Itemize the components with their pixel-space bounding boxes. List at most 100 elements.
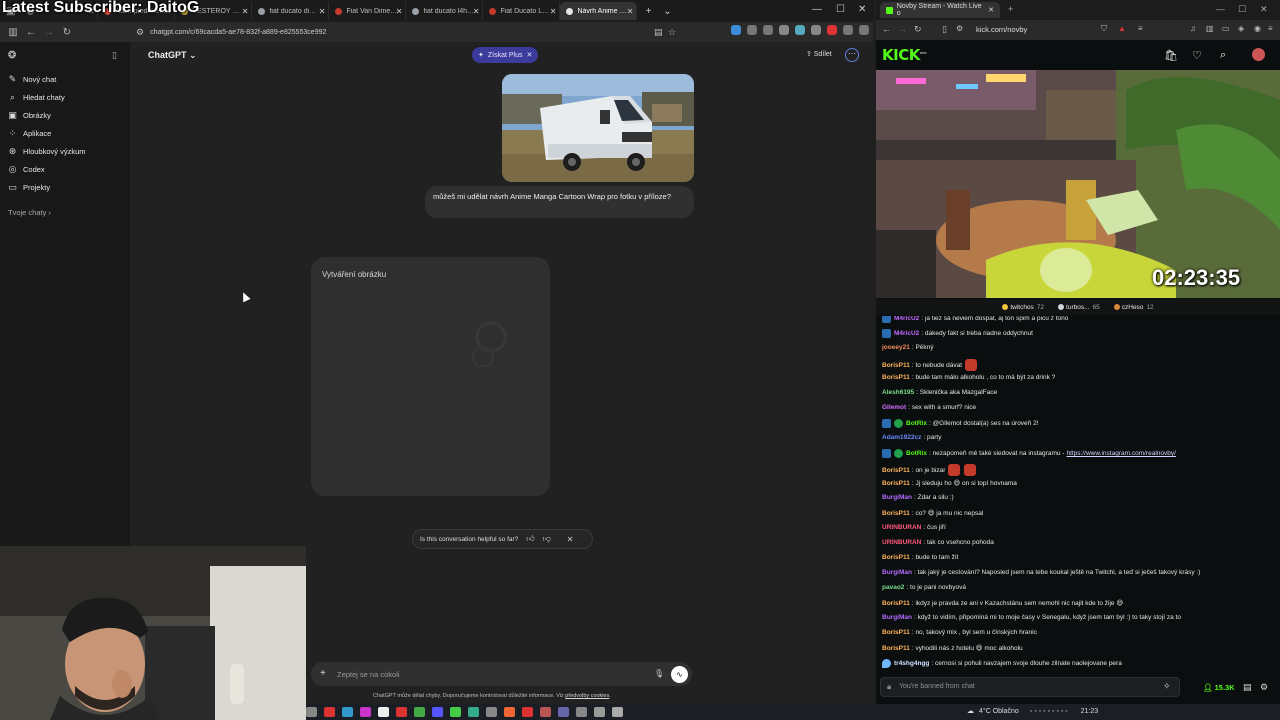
chat-rules-icon[interactable]: ▤ [1243,682,1252,693]
sidebar-icon[interactable]: ▥ [1206,24,1214,33]
chat-username[interactable]: BorisP11 [882,645,910,652]
taskbar-app-icon[interactable] [414,707,425,717]
chat-input[interactable]: 🔒︎ You're banned from chat ✧ [880,677,1180,697]
extension-icon[interactable] [811,25,821,35]
url-field[interactable]: ⚙ chatgpt.com/c/69cacda5-ae78-832f-a889-… [136,25,682,40]
chat-username[interactable]: URINBURAN [882,524,921,531]
extension-icon[interactable] [747,25,757,35]
site-info-icon[interactable]: ⚙ [136,27,144,38]
maximize-button[interactable]: ☐ [1238,4,1246,15]
chat-username[interactable]: M4ricU2 [894,330,919,337]
taskbar-app-icon[interactable] [522,707,533,717]
close-window-button[interactable]: ✕ [858,4,866,15]
extension-icon[interactable] [827,25,837,35]
close-window-button[interactable]: ✕ [1260,4,1268,15]
model-selector[interactable]: ChatGPT ⌄ [148,50,197,61]
search-icon[interactable]: ⌕ [1220,49,1226,62]
top-supporter[interactable]: turbos... 65 [1058,304,1100,311]
close-tab-icon[interactable]: ✕ [473,7,480,16]
prompt-input[interactable]: Zeptej se na cokoli [337,670,400,679]
extension-icon[interactable] [795,25,805,35]
chat-username[interactable]: BorisP11 [882,554,910,561]
sidebar-item-image[interactable]: ▣ Obrázky [8,110,51,121]
chat-username[interactable]: M4ricU2 [894,316,919,322]
browser-tab[interactable]: Návrh Anime Man ✕ [560,2,638,20]
browser-menu-icon[interactable]: ≡ [1268,24,1273,33]
bookmark-star-icon[interactable]: ☆ [668,27,676,38]
wallet-icon[interactable]: ▭ [1222,24,1230,33]
extension-icon[interactable] [779,25,789,35]
music-icon[interactable]: ♫ [1190,24,1196,33]
menu-icon[interactable]: ≡ [1138,24,1143,33]
chat-username[interactable]: pavao2 [882,584,904,591]
top-supporter[interactable]: twitchos 72 [1002,304,1044,311]
tab-kick-stream[interactable]: Novby Stream - Watch Live o ✕ [880,2,1000,18]
sidebar-item-new-chat[interactable]: ✎ Nový chat [8,74,57,85]
taskbar-app-icon[interactable] [396,707,407,717]
chat-username[interactable]: tr4shg4ngg [894,660,929,667]
tab-list-chevron-icon[interactable]: ⌄ [663,6,671,17]
tray-icons[interactable]: ◦ ◦ ◦ ◦ ◦ ◦ ◦ ◦ ◦ [1030,708,1068,715]
extension-icon[interactable]: ◈ [1238,24,1244,33]
extension-icon[interactable] [763,25,773,35]
close-tab-icon[interactable]: ✕ [550,7,557,16]
taskbar-app-icon[interactable] [612,707,623,717]
taskbar-app-icon[interactable] [576,707,587,717]
your-chats-section[interactable]: Tvoje chaty › [8,208,51,217]
close-tab-icon[interactable]: ✕ [242,7,249,16]
chat-username[interactable]: BorisP11 [882,510,910,517]
taskbar-app-icon[interactable] [306,707,317,717]
taskbar-app-icon[interactable] [468,707,479,717]
chat-username[interactable]: BurgiMan [882,569,912,576]
minimize-button[interactable]: — [1216,4,1225,14]
back-button[interactable]: ← [882,24,891,34]
reload-button[interactable]: ↻ [914,24,922,35]
site-info-icon[interactable]: ⚙ [956,24,963,33]
taskbar-app-icon[interactable] [486,707,497,717]
cookie-preferences-link[interactable]: předvolby cookies [565,693,609,699]
following-heart-icon[interactable]: ♡ [1192,49,1202,62]
close-feedback-icon[interactable]: ✕ [567,535,574,544]
new-tab-button[interactable]: + [645,6,651,17]
sidebar-toggle-icon[interactable]: ▥ [4,27,22,38]
taskbar-app-icon[interactable] [324,707,335,717]
chat-username[interactable]: URINBURAN [882,539,921,546]
voice-mode-button[interactable]: ∿ [671,666,688,683]
uploaded-van-photo[interactable] [502,74,694,182]
chat-username[interactable]: BorisP11 [882,600,910,607]
bookmark-icon[interactable]: ▯ [942,24,947,35]
close-tab-icon[interactable]: ✕ [988,6,994,14]
maximize-button[interactable]: ☐ [836,4,845,15]
chat-username[interactable]: jooeey21 [882,344,910,351]
sidebar-item-apps[interactable]: ⁘ Aplikace [8,128,52,139]
more-options-button[interactable]: ⋯ [845,48,859,62]
taskbar-app-icon[interactable] [558,707,569,717]
share-button[interactable]: ⇪ Sdílet [806,50,832,58]
user-avatar[interactable] [1252,48,1265,61]
taskbar-app-icon[interactable] [378,707,389,717]
openai-logo-icon[interactable]: ❂ [8,50,16,61]
stream-video[interactable] [876,70,1280,298]
chat-username[interactable]: BotRix [906,450,927,457]
chat-username[interactable]: Adam1922cz [882,434,921,441]
emote-picker-icon[interactable]: ✧ [1163,681,1171,692]
microphone-icon[interactable]: 🎙︎ [654,669,664,678]
sidebar-item-codex[interactable]: ◎ Codex [8,164,45,175]
sidebar-item-research[interactable]: ⊛ Hloubkový výzkum [8,146,86,157]
browser-tab[interactable]: Fiat Ducato L4H2 ✕ [483,2,561,20]
clock[interactable]: 21:23 [1081,708,1099,715]
get-plus-button[interactable]: ✦ Získat Plus ✕ [472,47,539,63]
add-attachment-icon[interactable]: + [320,668,326,679]
page-tools-icon[interactable]: ▤ [654,27,663,38]
close-tab-icon[interactable]: ✕ [319,7,326,16]
top-supporter[interactable]: czHeso 12 [1113,304,1154,311]
close-tab-icon[interactable]: ✕ [396,7,403,16]
weather-text[interactable]: 4°C Oblačno [979,708,1019,715]
forward-button[interactable]: → [40,27,58,38]
chat-username[interactable]: BorisP11 [882,374,910,381]
reload-button[interactable]: ↻ [58,27,76,38]
thumbs-up-icon[interactable]: 👍︎ [526,534,534,544]
chat-username[interactable]: BorisP11 [882,480,910,487]
browser-tab[interactable]: fiat ducato dimen ✕ [252,2,330,20]
sidebar-item-search[interactable]: ⌕ Hledat chaty [8,92,65,103]
